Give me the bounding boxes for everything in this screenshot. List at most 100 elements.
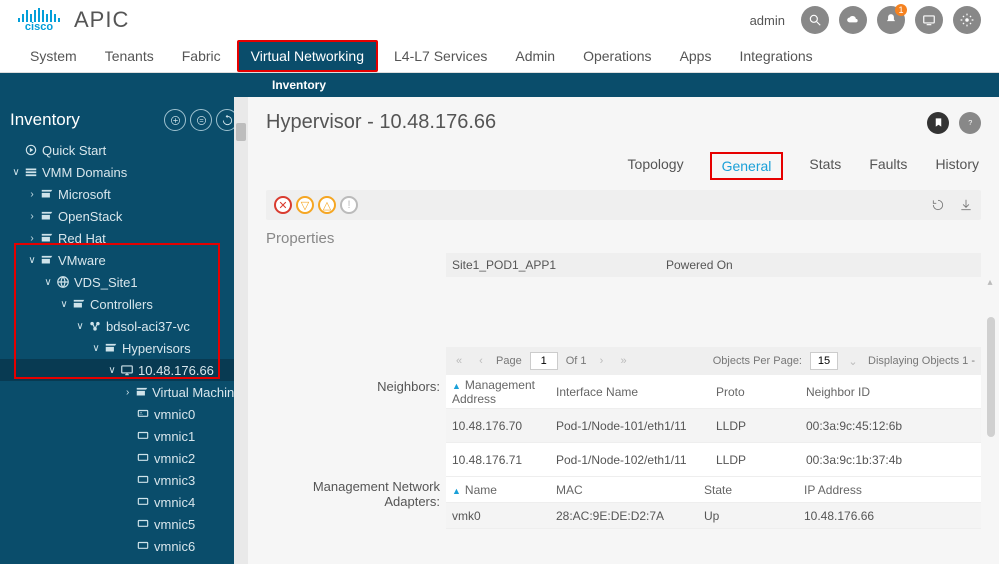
tab-tenants[interactable]: Tenants bbox=[93, 42, 166, 70]
main-nav: System Tenants Fabric Virtual Networking… bbox=[0, 40, 999, 73]
sidebar-tool-2[interactable] bbox=[190, 109, 212, 131]
nav-tree: Quick Start ∨VMM Domains ›Microsoft ›Ope… bbox=[0, 139, 248, 557]
tree-openstack[interactable]: ›OpenStack bbox=[0, 205, 248, 227]
col-mna-name[interactable]: Name bbox=[465, 483, 497, 497]
tab-apps[interactable]: Apps bbox=[668, 42, 724, 70]
properties-heading: Properties bbox=[266, 230, 981, 247]
severity-major-icon[interactable]: ▽ bbox=[296, 196, 314, 214]
tab-operations[interactable]: Operations bbox=[571, 42, 663, 70]
col-if-name[interactable]: Interface Name bbox=[556, 385, 716, 399]
tree-vmnic2[interactable]: vmnic2 bbox=[0, 447, 248, 469]
table-row[interactable]: 10.48.176.71 Pod-1/Node-102/eth1/11 LLDP… bbox=[446, 443, 981, 477]
tree-vmnic0[interactable]: ⎍vmnic0 bbox=[0, 403, 248, 425]
neighbors-label: Neighbors: bbox=[264, 379, 440, 394]
tab-integrations[interactable]: Integrations bbox=[727, 42, 824, 70]
severity-critical-icon[interactable]: ✕ bbox=[274, 196, 292, 214]
col-proto[interactable]: Proto bbox=[716, 385, 806, 399]
top-header: cisco APIC admin 1 bbox=[0, 0, 999, 40]
tree-vmnic4[interactable]: vmnic4 bbox=[0, 491, 248, 513]
tree-host-selected[interactable]: ∨10.48.176.66 bbox=[0, 359, 248, 381]
table-row[interactable]: 10.48.176.70 Pod-1/Node-101/eth1/11 LLDP… bbox=[446, 409, 981, 443]
neighbors-grid: Neighbors: ▲Management Address Interface… bbox=[446, 375, 981, 477]
col-neighbor-id[interactable]: Neighbor ID bbox=[806, 385, 981, 399]
col-mna-mac[interactable]: MAC bbox=[556, 483, 704, 497]
opp-label: Objects Per Page: bbox=[713, 355, 802, 367]
severity-minor-icon[interactable]: △ bbox=[318, 196, 336, 214]
pager-bar: « ‹ Page Of 1 › » Objects Per Page: ⌄ Di… bbox=[446, 347, 981, 375]
cisco-logo: cisco bbox=[18, 8, 60, 33]
feedback-icon[interactable] bbox=[915, 6, 943, 34]
gear-icon[interactable] bbox=[953, 6, 981, 34]
pager-next-icon[interactable]: › bbox=[595, 354, 609, 368]
tab-virtual-networking[interactable]: Virtual Networking bbox=[237, 40, 378, 72]
svg-text:⎍: ⎍ bbox=[140, 411, 144, 416]
tree-hypervisors[interactable]: ∨Hypervisors bbox=[0, 337, 248, 359]
logo-area: cisco APIC bbox=[18, 7, 129, 33]
search-icon[interactable] bbox=[801, 6, 829, 34]
severity-warn-icon[interactable]: ! bbox=[340, 196, 358, 214]
bell-icon[interactable]: 1 bbox=[877, 6, 905, 34]
tab-l4l7[interactable]: L4-L7 Services bbox=[382, 42, 499, 70]
subnav-inventory[interactable]: Inventory bbox=[272, 78, 326, 92]
svg-text:?: ? bbox=[968, 118, 972, 127]
tab-stats[interactable]: Stats bbox=[807, 152, 843, 180]
status-bar: ✕ ▽ △ ! bbox=[266, 190, 981, 220]
tree-vmnic5[interactable]: vmnic5 bbox=[0, 513, 248, 535]
prop-power-state: Powered On bbox=[666, 258, 733, 272]
col-mna-ip[interactable]: IP Address bbox=[804, 483, 981, 497]
tree-vmnic1[interactable]: vmnic1 bbox=[0, 425, 248, 447]
pager-summary: Displaying Objects 1 - bbox=[868, 355, 975, 367]
detail-tabs: Topology General Stats Faults History bbox=[266, 152, 981, 180]
pager-page-input[interactable] bbox=[530, 352, 558, 370]
help-icon[interactable]: ? bbox=[959, 112, 981, 134]
refresh-icon[interactable] bbox=[931, 198, 945, 212]
prop-vm-name: Site1_POD1_APP1 bbox=[446, 258, 666, 272]
tab-history[interactable]: History bbox=[933, 152, 981, 180]
table-row[interactable]: vmk0 28:AC:9E:DE:D2:7A Up 10.48.176.66 bbox=[446, 503, 981, 529]
tree-microsoft[interactable]: ›Microsoft bbox=[0, 183, 248, 205]
tab-topology[interactable]: Topology bbox=[626, 152, 686, 180]
main-scrollbar[interactable]: ▴ ▾ bbox=[985, 277, 995, 564]
tab-fabric[interactable]: Fabric bbox=[170, 42, 233, 70]
col-mna-state[interactable]: State bbox=[704, 483, 804, 497]
tab-admin[interactable]: Admin bbox=[503, 42, 567, 70]
tree-vmnic3[interactable]: vmnic3 bbox=[0, 469, 248, 491]
opp-input[interactable] bbox=[810, 352, 838, 370]
property-row: Site1_POD1_APP1 Powered On bbox=[446, 253, 981, 277]
cloud-icon[interactable] bbox=[839, 6, 867, 34]
pager-first-icon[interactable]: « bbox=[452, 354, 466, 368]
tab-system[interactable]: System bbox=[18, 42, 89, 70]
tree-redhat[interactable]: ›Red Hat bbox=[0, 227, 248, 249]
app-title: APIC bbox=[74, 7, 129, 33]
pager-page-label: Page bbox=[496, 355, 522, 367]
sort-asc-icon[interactable]: ▲ bbox=[452, 381, 461, 391]
mna-header-row: ▲ Name MAC State IP Address bbox=[446, 477, 981, 503]
page-title: Hypervisor - 10.48.176.66 bbox=[266, 111, 496, 134]
neighbors-header-row: ▲Management Address Interface Name Proto… bbox=[446, 375, 981, 409]
download-icon[interactable] bbox=[959, 198, 973, 212]
main-panel: Hypervisor - 10.48.176.66 ? Topology Gen… bbox=[248, 97, 999, 564]
col-mgmt-addr[interactable]: Management Address bbox=[452, 378, 535, 406]
bookmark-icon[interactable] bbox=[927, 112, 949, 134]
tree-vmnic6[interactable]: vmnic6 bbox=[0, 535, 248, 557]
tree-vmware[interactable]: ∨VMware bbox=[0, 249, 248, 271]
sidebar: Inventory Quick Start ∨VMM Domains ›Micr… bbox=[0, 97, 248, 564]
opp-dropdown-icon[interactable]: ⌄ bbox=[846, 354, 860, 368]
sidebar-scrollbar[interactable] bbox=[234, 97, 248, 564]
tree-vc-node[interactable]: ∨bdsol-aci37-vc bbox=[0, 315, 248, 337]
tree-vmm-domains[interactable]: ∨VMM Domains bbox=[0, 161, 248, 183]
sub-nav: Inventory bbox=[0, 73, 999, 97]
pager-last-icon[interactable]: » bbox=[617, 354, 631, 368]
tab-faults[interactable]: Faults bbox=[867, 152, 909, 180]
tree-virtual-machines[interactable]: ›Virtual Machines bbox=[0, 381, 248, 403]
pager-prev-icon[interactable]: ‹ bbox=[474, 354, 488, 368]
tree-vds-site1[interactable]: ∨VDS_Site1 bbox=[0, 271, 248, 293]
pager-of-text: Of 1 bbox=[566, 355, 587, 367]
sidebar-title: Inventory bbox=[10, 110, 160, 130]
tab-general[interactable]: General bbox=[710, 152, 784, 180]
tree-quick-start[interactable]: Quick Start bbox=[0, 139, 248, 161]
tree-controllers[interactable]: ∨Controllers bbox=[0, 293, 248, 315]
user-label[interactable]: admin bbox=[750, 13, 785, 28]
sidebar-tool-1[interactable] bbox=[164, 109, 186, 131]
sort-asc-icon[interactable]: ▲ bbox=[452, 486, 461, 496]
